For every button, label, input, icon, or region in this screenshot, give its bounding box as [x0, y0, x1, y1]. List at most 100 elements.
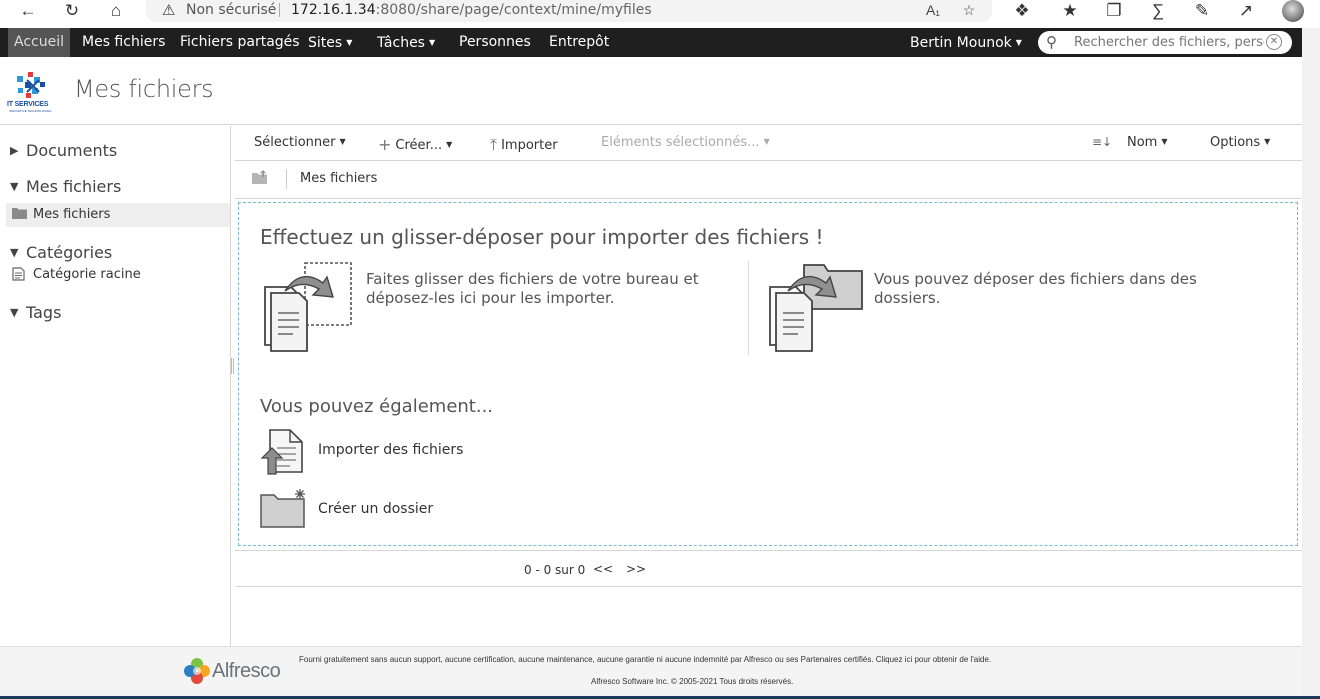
nav-home[interactable]: Accueil [8, 28, 70, 57]
drop-zone-desktop-line2: déposez-les ici pour les importer. [366, 289, 615, 307]
read-aloud-icon[interactable]: A₁ [922, 0, 944, 20]
reload-icon[interactable]: ↻ [60, 0, 84, 22]
favorites-icon[interactable]: ★ [1058, 0, 1082, 22]
collapse-triangle-icon: ▼ [10, 180, 19, 193]
options-menu-button[interactable]: Options ▼ [1210, 135, 1270, 150]
drop-from-desktop-illustration [261, 261, 355, 360]
home-icon[interactable]: ⌂ [104, 0, 128, 22]
search-input[interactable] [1074, 33, 1264, 52]
sidebar-item-root-category[interactable]: Catégorie racine [6, 263, 230, 287]
main-content: Sélectionner ▼ + Créer... ▼ ⤒ Importer Eléme… [235, 126, 1302, 646]
pagination-bar: 0 - 0 sur 0 << >> [235, 550, 1302, 587]
sidebar-section-documents[interactable]: ▶ Documents [10, 141, 117, 160]
selected-items-label: Eléments sélectionnés... [601, 135, 760, 150]
add-favorite-icon[interactable]: ☆ [958, 0, 980, 20]
folder-icon [12, 207, 27, 223]
sidebar-section-tags[interactable]: ▼ Tags [10, 303, 61, 322]
back-arrow-icon[interactable]: ← [16, 0, 40, 22]
drag-files-icon [264, 262, 352, 352]
sidebar-section-tags-label: Tags [26, 303, 62, 322]
document-toolbar: Sélectionner ▼ + Créer... ▼ ⤒ Importer Eléme… [235, 126, 1302, 161]
nav-people[interactable]: Personnes [453, 28, 537, 57]
nav-repository-label: Entrepôt [549, 34, 610, 50]
company-logo[interactable]: IT SERVICES INNOVATIVE TECHNOLOGIES [6, 68, 60, 116]
nav-tasks-label: Tâches [377, 35, 425, 51]
collections-icon[interactable]: ❐ [1102, 0, 1126, 22]
nav-repository[interactable]: Entrepôt [543, 28, 615, 57]
alfresco-logo-icon[interactable] [183, 657, 211, 685]
sidebar-section-categories[interactable]: ▼ Catégories [10, 243, 112, 262]
sort-field-label: Nom [1127, 135, 1158, 150]
nav-sites-label: Sites [308, 35, 343, 51]
search-icon: ⚲ [1046, 34, 1057, 51]
browser-toolbar: ← ↻ ⌂ ⚠ Non sécurisé 172.16.1.34:8080/sh… [0, 0, 1320, 28]
share-icon[interactable]: ↗ [1234, 0, 1258, 22]
drop-zone-desktop-line1: Faites glisser des fichiers de votre bur… [366, 270, 699, 288]
drop-zone-desktop-text: Faites glisser des fichiers de votre bur… [366, 270, 699, 308]
logo-text: IT SERVICES [7, 101, 49, 108]
import-files-action[interactable]: Importer des fichiers [260, 428, 520, 476]
breadcrumb-current[interactable]: Mes fichiers [300, 171, 377, 186]
nav-tasks[interactable]: Tâches ▼ [371, 28, 441, 57]
user-menu[interactable]: Bertin Mounok ▼ [904, 28, 1028, 57]
pagination-info: 0 - 0 sur 0 [524, 563, 586, 577]
sidebar-item-root-category-label: Catégorie racine [33, 267, 141, 282]
footer-brand[interactable]: Alfresco [212, 660, 281, 683]
drop-zone-title: Effectuez un glisser-déposer pour import… [260, 225, 824, 249]
page-scrollbar[interactable] [1302, 28, 1320, 699]
extensions-icon[interactable]: ❖ [1010, 0, 1034, 22]
sort-field-menu-button[interactable]: Nom ▼ [1127, 135, 1168, 150]
selected-items-menu-button[interactable]: Eléments sélectionnés... ▼ [601, 135, 770, 150]
clear-search-icon[interactable]: ✕ [1266, 34, 1282, 50]
expand-triangle-icon: ▶ [10, 144, 19, 157]
import-button[interactable]: ⤒ Importer [490, 135, 558, 155]
breadcrumb: Mes fichiers [235, 161, 1302, 199]
url-text[interactable]: 172.16.1.34:8080/share/page/context/mine… [291, 2, 652, 18]
math-solver-icon[interactable]: ∑ [1146, 0, 1170, 22]
select-menu-button[interactable]: Sélectionner ▼ [254, 135, 346, 150]
nav-sites[interactable]: Sites ▼ [302, 28, 358, 57]
security-label: Non sécurisé [186, 2, 277, 18]
sidebar-resize-handle[interactable] [231, 358, 234, 374]
import-label: Importer [501, 138, 558, 153]
nav-my-files[interactable]: Mes fichiers [76, 28, 171, 57]
address-separator [279, 3, 280, 17]
sidebar-item-my-files[interactable]: Mes fichiers [6, 203, 230, 227]
create-folder-action[interactable]: Créer un dossier [260, 487, 520, 535]
sidebar-section-my-files-label: Mes fichiers [26, 177, 122, 196]
chevron-down-icon: ▼ [446, 140, 453, 149]
browser-profile-avatar[interactable] [1282, 0, 1304, 22]
next-page-button[interactable]: >> [626, 562, 646, 576]
drop-zone-folder-text: Vous pouvez déposer des fichiers dans de… [874, 270, 1197, 308]
upload-icon: ⤒ [490, 135, 498, 154]
chevron-down-icon: ▼ [1015, 38, 1022, 47]
drop-zone-folder-line1: Vous pouvez déposer des fichiers dans de… [874, 270, 1197, 288]
create-menu-button[interactable]: + Créer... ▼ [378, 135, 452, 154]
import-files-label: Importer des fichiers [318, 442, 464, 458]
previous-page-button[interactable]: << [593, 562, 613, 576]
create-menu-label: Créer... [395, 138, 443, 153]
chevron-down-icon: ▼ [1264, 137, 1271, 146]
drop-zone-also-heading: Vous pouvez également... [260, 396, 494, 417]
footer-disclaimer[interactable]: Fourni gratuitement sans aucun support, … [299, 655, 991, 664]
nav-shared-files[interactable]: Fichiers partagés [174, 28, 306, 57]
nav-my-files-label: Mes fichiers [82, 34, 166, 50]
chevron-down-icon: ▼ [1161, 137, 1168, 146]
search-box[interactable]: ⚲ ✕ [1038, 31, 1292, 54]
parent-folder-icon[interactable] [252, 170, 268, 188]
address-bar[interactable]: ⚠ Non sécurisé 172.16.1.34:8080/share/pa… [146, 0, 992, 22]
options-label: Options [1210, 135, 1261, 150]
drop-zone[interactable]: Effectuez un glisser-déposer pour import… [238, 202, 1298, 546]
sidebar-section-my-files[interactable]: ▼ Mes fichiers [10, 177, 121, 196]
create-folder-label: Créer un dossier [318, 501, 434, 517]
browser-essentials-icon[interactable]: ✎ [1190, 0, 1214, 22]
chevron-down-icon: ▼ [763, 137, 770, 146]
url-host: 172.16.1.34 [291, 2, 376, 18]
warning-icon: ⚠ [162, 2, 176, 19]
plus-icon: + [378, 135, 392, 154]
sort-direction-button[interactable]: ≡↓ [1092, 135, 1112, 150]
sidebar: ▶ Documents ▼ Mes fichiers Mes fichiers ▼ C… [0, 126, 231, 646]
url-path: :8080/share/page/context/mine/myfiles [375, 2, 652, 18]
logo-subtext: INNOVATIVE TECHNOLOGIES [9, 109, 52, 113]
nav-people-label: Personnes [459, 34, 531, 50]
